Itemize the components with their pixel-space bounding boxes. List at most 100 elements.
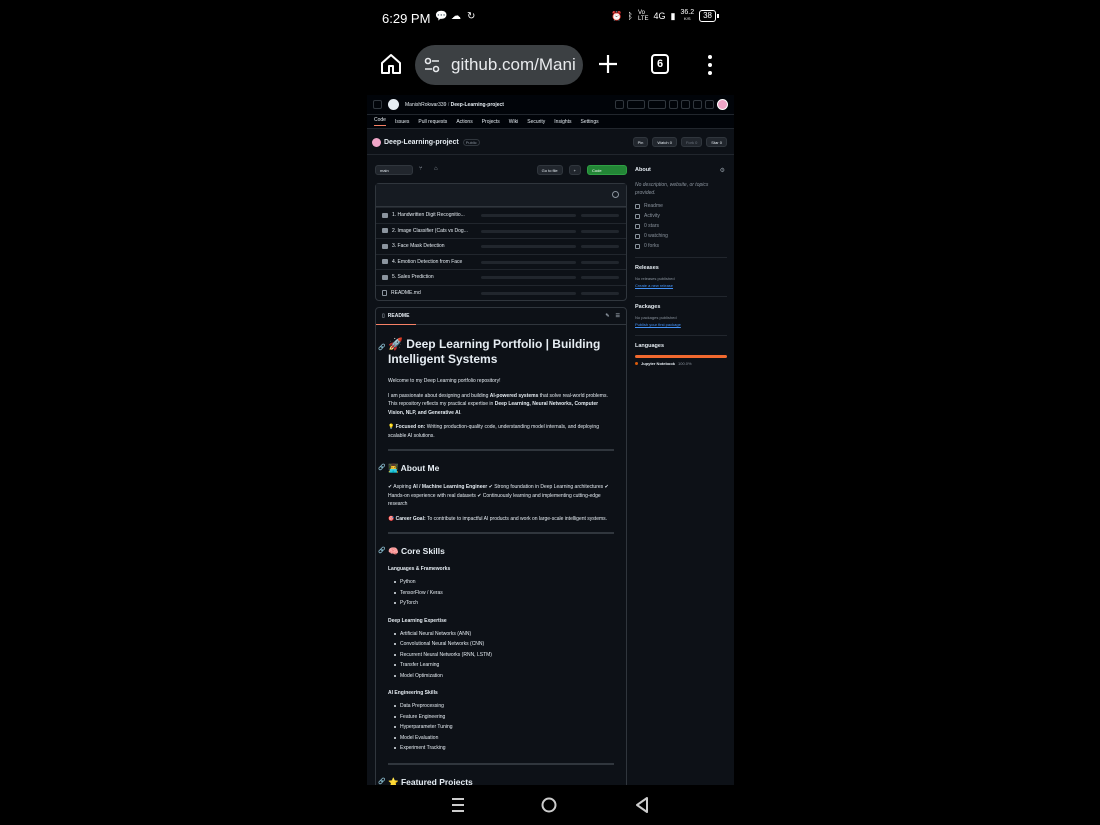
- tab-projects[interactable]: Projects: [482, 119, 500, 125]
- readme-tab[interactable]: README: [388, 313, 410, 319]
- inbox-icon[interactable]: [705, 100, 714, 109]
- back-icon[interactable]: [632, 795, 652, 815]
- signal-icon: ▮: [670, 10, 676, 21]
- hamburger-icon[interactable]: [373, 100, 382, 109]
- folder-icon: [382, 243, 388, 249]
- list-item: Model Optimization: [394, 671, 614, 682]
- ai-subheading: AI Engineering Skills: [388, 690, 438, 696]
- stars-link[interactable]: 0 stars: [635, 223, 727, 229]
- folder-icon: [382, 274, 388, 280]
- releases-heading[interactable]: Releases: [635, 265, 727, 271]
- anchor-link-icon[interactable]: 🔗: [378, 778, 385, 785]
- anchor-link-icon[interactable]: 🔗: [378, 464, 385, 471]
- languages-subheading: Languages & Frameworks: [388, 566, 451, 572]
- about-heading: About: [635, 167, 651, 173]
- search-icon[interactable]: [615, 100, 624, 109]
- tags-icon[interactable]: ⌂: [434, 166, 443, 175]
- date-skeleton: [581, 276, 619, 279]
- address-bar[interactable]: github.com/Mani: [415, 45, 583, 85]
- watch-button[interactable]: Watch 0: [652, 137, 677, 147]
- create-release-link[interactable]: Create a new release: [635, 283, 727, 288]
- goal-paragraph: 🎯 Career Goal: To contribute to impactfu…: [388, 515, 608, 522]
- create-new-icon[interactable]: [648, 100, 666, 109]
- tab-settings[interactable]: Settings: [581, 119, 599, 125]
- home-icon[interactable]: [379, 52, 403, 76]
- file-row[interactable]: 4. Emotion Detection from Face: [376, 253, 626, 270]
- owner-link[interactable]: ManishRokwar339: [405, 102, 446, 108]
- repo-header: Deep-Learning-project Public Pin Watch 0…: [367, 131, 734, 155]
- anchor-link-icon[interactable]: 🔗: [378, 341, 385, 356]
- network-label: 4G: [653, 11, 666, 21]
- language-entry[interactable]: Jupyter Notebook 100.0%: [635, 361, 727, 366]
- folder-icon: [382, 212, 388, 218]
- about-paragraph: ✔ Aspiring AI / Machine Learning Enginee…: [388, 484, 609, 507]
- publish-package-link[interactable]: Publish your first package: [635, 322, 727, 327]
- tab-wiki[interactable]: Wiki: [509, 119, 518, 125]
- watching-link[interactable]: 0 watching: [635, 233, 727, 239]
- more-menu-icon[interactable]: [700, 54, 720, 76]
- date-skeleton: [581, 260, 619, 264]
- packages-heading[interactable]: Packages: [635, 304, 727, 310]
- gear-icon[interactable]: ⚙: [720, 167, 725, 174]
- add-file-button[interactable]: +: [568, 165, 581, 175]
- header-tools: [615, 99, 728, 110]
- anchor-link-icon[interactable]: 🔗: [378, 547, 385, 554]
- copilot-icon[interactable]: [627, 100, 645, 109]
- repo-nav: Code Issues Pull requests Actions Projec…: [367, 115, 734, 129]
- file-row[interactable]: 1. Handwritten Digit Recognitio...: [376, 207, 626, 223]
- branches-icon[interactable]: ⑂: [419, 166, 428, 175]
- tab-switcher-button[interactable]: 6: [651, 54, 669, 74]
- repo-link[interactable]: Deep-Learning-project: [451, 102, 504, 108]
- focus-paragraph: 💡 Focused on: Writing production-quality…: [388, 424, 599, 439]
- bluetooth-icon: ᛒ: [627, 11, 633, 21]
- go-to-file-button[interactable]: Go to file: [536, 165, 563, 175]
- divider: [388, 449, 614, 451]
- new-tab-icon[interactable]: [597, 53, 619, 75]
- github-logo-icon[interactable]: [388, 99, 399, 110]
- user-avatar[interactable]: [717, 99, 728, 110]
- file-name[interactable]: README.md: [391, 290, 421, 296]
- forks-link[interactable]: 0 forks: [635, 243, 727, 249]
- message-icon: 💬: [435, 11, 448, 22]
- file-row[interactable]: 5. Sales Prediction: [376, 269, 626, 285]
- file-row[interactable]: README.md: [376, 284, 626, 301]
- file-name[interactable]: 4. Emotion Detection from Face: [392, 259, 462, 265]
- outline-icon[interactable]: ☰: [616, 313, 620, 319]
- pull-requests-icon[interactable]: [681, 100, 690, 109]
- history-icon[interactable]: [612, 191, 619, 198]
- code-button[interactable]: Code: [587, 165, 627, 175]
- tab-pull-requests[interactable]: Pull requests: [418, 119, 447, 125]
- recent-apps-icon[interactable]: [448, 795, 468, 815]
- file-name[interactable]: 1. Handwritten Digit Recognitio...: [392, 212, 465, 218]
- pin-button[interactable]: Pin: [632, 137, 649, 147]
- readme-link[interactable]: Readme: [635, 203, 727, 209]
- list-item: Convolutional Neural Networks (CNN): [394, 639, 614, 650]
- file-row[interactable]: 2. Image Classifier (Cats vs Dog...: [376, 222, 626, 239]
- folder-icon: [382, 228, 388, 234]
- tab-actions[interactable]: Actions: [456, 119, 472, 125]
- folder-icon: [382, 259, 388, 265]
- site-settings-icon[interactable]: [423, 56, 441, 74]
- activity-link[interactable]: Activity: [635, 213, 727, 219]
- repo-title[interactable]: Deep-Learning-project: [384, 139, 459, 146]
- branch-select[interactable]: main: [375, 165, 413, 175]
- speed-text: 36.2 K/S: [680, 9, 695, 21]
- edit-icon[interactable]: ✎: [605, 313, 609, 319]
- tab-issues[interactable]: Issues: [395, 119, 409, 125]
- notifications-icon[interactable]: [693, 100, 702, 109]
- file-name[interactable]: 5. Sales Prediction: [392, 274, 434, 280]
- home-button-icon[interactable]: [539, 795, 559, 815]
- tab-insights[interactable]: Insights: [554, 119, 571, 125]
- ai-list: Data Preprocessing Feature Engineering H…: [388, 701, 614, 754]
- star-button[interactable]: Star 0: [706, 137, 727, 147]
- issues-icon[interactable]: [669, 100, 678, 109]
- file-name[interactable]: 3. Face Mask Detection: [392, 243, 445, 249]
- list-item: Data Preprocessing: [394, 701, 614, 712]
- file-name[interactable]: 2. Image Classifier (Cats vs Dog...: [392, 228, 468, 234]
- pulse-icon: [635, 213, 640, 219]
- fork-button[interactable]: Fork 0: [680, 137, 703, 147]
- tab-security[interactable]: Security: [527, 119, 545, 125]
- dl-list: Artificial Neural Networks (ANN) Convolu…: [388, 629, 614, 682]
- file-row[interactable]: 3. Face Mask Detection: [376, 238, 626, 254]
- tab-code[interactable]: Code: [374, 117, 386, 126]
